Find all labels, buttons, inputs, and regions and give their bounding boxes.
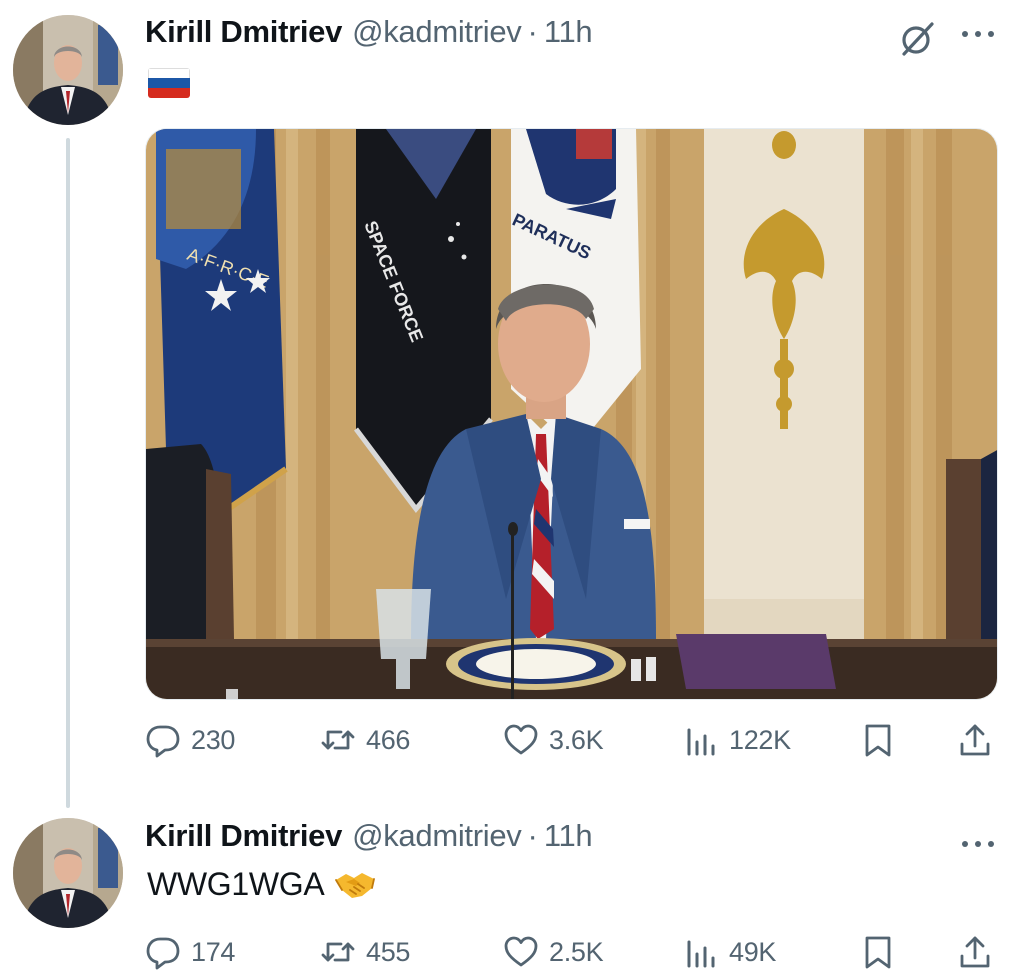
retweet-icon [321,942,355,962]
like-count: 2.5K [549,936,604,967]
bookmark-icon [865,724,891,757]
tweet-actions: 174 455 2.5K 49K [145,930,1005,974]
timestamp[interactable]: 11h [544,818,593,854]
separator-dot: · [527,818,538,853]
share-icon [960,936,990,968]
russia-flag-emoji [148,68,190,98]
retweet-button[interactable]: 466 [320,718,410,762]
like-button[interactable]: 2.5K [503,930,604,974]
thread-line [66,138,70,808]
timestamp[interactable]: 11h [544,14,593,50]
views-button[interactable]: 122K [683,718,791,762]
author-avatar[interactable] [13,15,123,125]
reply-icon [146,725,180,758]
view-count: 49K [729,936,777,967]
share-button[interactable] [957,930,993,974]
retweet-icon [321,730,355,750]
reply-icon [146,937,180,970]
tweet-text: WWG1WGA [147,866,376,903]
like-button[interactable]: 3.6K [503,718,604,762]
author-handle[interactable]: @kadmitriev [352,818,522,854]
more-options-icon[interactable] [958,832,998,856]
retweet-count: 455 [366,936,411,967]
author-name[interactable]: Kirill Dmitriev [145,818,342,854]
author-name[interactable]: Kirill Dmitriev [145,14,342,50]
reply-count: 174 [191,936,236,967]
heart-icon [504,936,538,967]
reply-button[interactable]: 230 [145,718,235,762]
share-icon [960,724,990,756]
tweet-actions: 230 466 3.6K 122K [145,718,1005,762]
bookmark-button[interactable] [860,930,896,974]
views-button[interactable]: 49K [683,930,776,974]
tweet[interactable]: Kirill Dmitriev @kadmitriev · 11h WWG1WG… [0,808,1010,976]
author-avatar[interactable] [13,818,123,928]
tweet-header: Kirill Dmitriev @kadmitriev · 11h [145,818,593,858]
tweet[interactable]: Kirill Dmitriev @kadmitriev · 11h A·F·R·… [0,0,1010,808]
heart-icon [504,724,538,755]
view-count: 122K [729,724,791,755]
analytics-icon [687,728,715,756]
more-options-icon[interactable] [958,22,998,46]
tweet-header: Kirill Dmitriev @kadmitriev · 11h [145,14,593,54]
author-handle[interactable]: @kadmitriev [352,14,522,50]
bookmark-icon [865,936,891,969]
tweet-photo[interactable]: A·F·R·C·E SPACE FORCE PARATUS [145,128,998,700]
share-button[interactable] [957,718,993,762]
analytics-icon [687,940,715,968]
like-count: 3.6K [549,724,604,755]
reply-count: 230 [191,724,236,755]
retweet-count: 466 [366,724,411,755]
bookmark-button[interactable] [860,718,896,762]
reply-button[interactable]: 174 [145,930,235,974]
separator-dot: · [527,14,538,49]
tweet-text-body: WWG1WGA [147,866,325,902]
grok-icon[interactable] [898,18,938,58]
handshake-emoji-icon [335,872,376,898]
retweet-button[interactable]: 455 [320,930,410,974]
